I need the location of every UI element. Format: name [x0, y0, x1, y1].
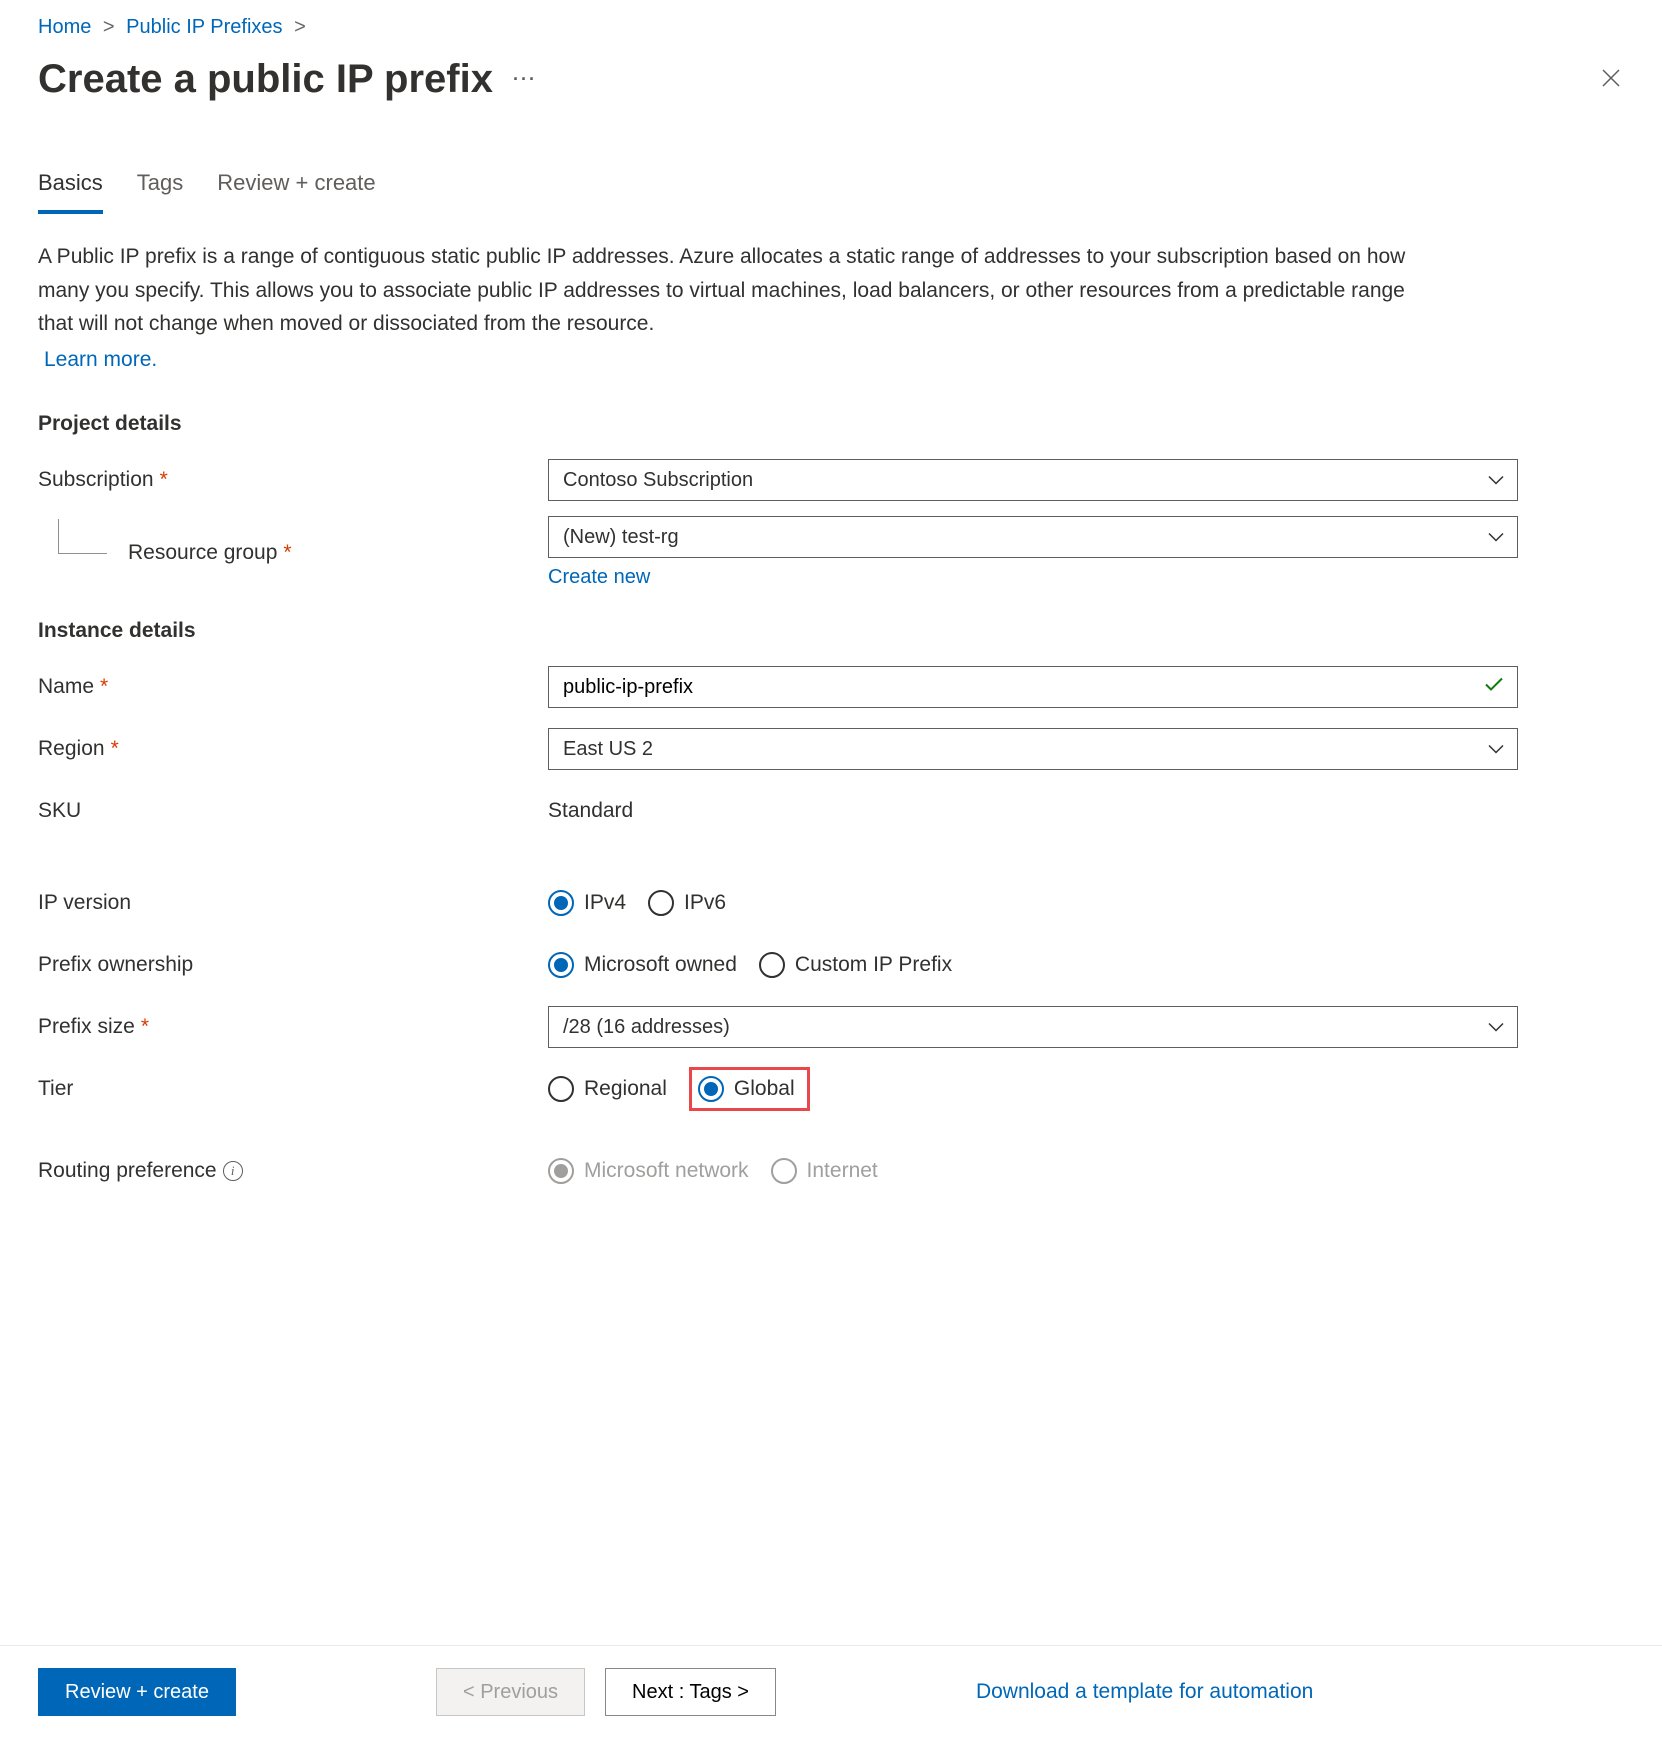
tab-tags[interactable]: Tags: [137, 170, 183, 214]
label-prefix-ownership: Prefix ownership: [38, 953, 193, 977]
previous-button: < Previous: [436, 1668, 585, 1716]
highlight-global: Global: [689, 1067, 810, 1111]
label-resource-group: Resource group: [128, 541, 277, 565]
radio-ipv6[interactable]: IPv6: [648, 890, 726, 916]
radio-microsoft-network: Microsoft network: [548, 1158, 749, 1184]
name-input[interactable]: [548, 666, 1518, 708]
radio-internet: Internet: [771, 1158, 878, 1184]
label-subscription: Subscription: [38, 468, 154, 492]
required-marker: *: [141, 1015, 149, 1039]
label-region: Region: [38, 737, 105, 761]
breadcrumb-prefixes[interactable]: Public IP Prefixes: [126, 16, 282, 38]
subscription-select[interactable]: Contoso Subscription: [548, 459, 1518, 501]
resource-group-select[interactable]: (New) test-rg: [548, 516, 1518, 558]
label-sku: SKU: [38, 799, 81, 823]
section-instance-details: Instance details: [38, 619, 1622, 643]
next-button[interactable]: Next : Tags >: [605, 1668, 776, 1716]
tab-review[interactable]: Review + create: [217, 170, 375, 214]
breadcrumb: Home > Public IP Prefixes >: [38, 16, 1622, 39]
label-name: Name: [38, 675, 94, 699]
more-icon[interactable]: ···: [513, 69, 537, 90]
close-icon[interactable]: [1600, 66, 1622, 94]
radio-ipv4[interactable]: IPv4: [548, 890, 626, 916]
breadcrumb-sep: >: [103, 16, 115, 38]
description-text: A Public IP prefix is a range of contigu…: [38, 240, 1438, 376]
radio-custom-ip-prefix[interactable]: Custom IP Prefix: [759, 952, 952, 978]
label-routing-preference: Routing preference: [38, 1159, 217, 1183]
label-ip-version: IP version: [38, 891, 131, 915]
check-icon: [1484, 676, 1504, 699]
section-project-details: Project details: [38, 412, 1622, 436]
footer-bar: Review + create < Previous Next : Tags >…: [0, 1645, 1662, 1738]
page-title: Create a public IP prefix: [38, 57, 493, 102]
tabs: Basics Tags Review + create: [38, 170, 1622, 214]
required-marker: *: [100, 675, 108, 699]
required-marker: *: [111, 737, 119, 761]
radio-regional[interactable]: Regional: [548, 1076, 667, 1102]
region-select[interactable]: East US 2: [548, 728, 1518, 770]
label-prefix-size: Prefix size: [38, 1015, 135, 1039]
info-icon[interactable]: i: [223, 1161, 243, 1181]
tab-basics[interactable]: Basics: [38, 170, 103, 214]
prefix-size-select[interactable]: /28 (16 addresses): [548, 1006, 1518, 1048]
label-tier: Tier: [38, 1077, 73, 1101]
download-template-link[interactable]: Download a template for automation: [976, 1680, 1313, 1704]
radio-global[interactable]: Global: [698, 1076, 795, 1102]
required-marker: *: [160, 468, 168, 492]
breadcrumb-home[interactable]: Home: [38, 16, 91, 38]
review-create-button[interactable]: Review + create: [38, 1668, 236, 1716]
create-new-link[interactable]: Create new: [548, 566, 650, 589]
breadcrumb-sep: >: [294, 16, 306, 38]
sku-value: Standard: [548, 799, 1518, 823]
radio-microsoft-owned[interactable]: Microsoft owned: [548, 952, 737, 978]
required-marker: *: [283, 541, 291, 565]
learn-more-link[interactable]: Learn more.: [44, 343, 157, 377]
